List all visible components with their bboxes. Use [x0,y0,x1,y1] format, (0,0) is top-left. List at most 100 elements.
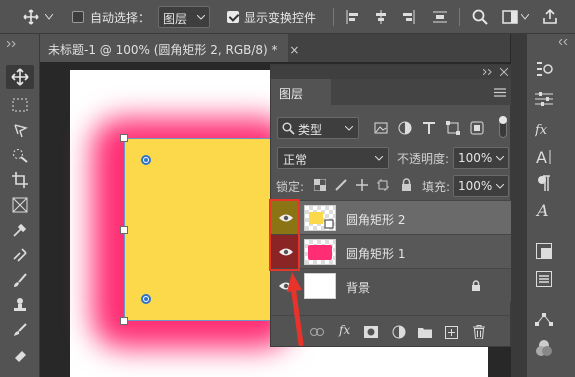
lock-all-icon[interactable] [399,177,413,191]
search-icon [282,122,295,135]
clone-stamp-tool-icon[interactable] [10,295,30,315]
shape-filter-icon[interactable] [445,120,461,136]
close-icon[interactable] [500,68,508,76]
layer-row-selected[interactable]: 圆角矩形 2 [271,200,512,235]
text-filter-icon[interactable] [421,120,437,136]
opacity-field[interactable]: 100% [453,147,509,169]
adjustments-panel-icon[interactable] [533,88,555,110]
link-icon[interactable] [309,324,325,340]
layer-name: 背景 [346,281,371,295]
crop-tool-icon[interactable] [10,170,30,190]
chevron-down-icon [496,184,504,189]
layer-name: 圆角矩形 1 [346,247,406,261]
lock-artboard-icon[interactable] [376,178,390,192]
quick-selection-tool-icon[interactable] [10,145,30,165]
align-center-icon[interactable] [373,9,389,25]
layer-thumbnail [304,239,336,265]
layer-row[interactable]: 圆角矩形 1 [271,234,512,269]
divider [459,8,460,26]
show-transform-checkbox[interactable] [227,11,239,23]
close-icon[interactable]: × [289,43,299,57]
align-left-icon[interactable] [345,9,361,25]
right-dock: fx A A [526,34,575,377]
auto-select-checkbox[interactable] [72,11,84,23]
dock-separator [511,34,526,377]
lock-label: 锁定: [276,180,305,194]
collapse-icon[interactable] [6,40,18,48]
align-right-icon[interactable] [400,9,416,25]
lasso-tool-icon[interactable] [10,120,30,140]
layer-filter-dropdown[interactable]: 类型 [277,117,359,139]
svg-text:A: A [536,148,547,166]
transform-handle[interactable] [120,226,128,234]
corner-radius-widget[interactable] [141,155,151,165]
lock-position-icon[interactable] [355,178,369,192]
marquee-tool-icon[interactable] [10,95,30,115]
folder-icon[interactable] [417,324,433,340]
transform-handle[interactable] [120,134,128,142]
history-panel-icon[interactable] [533,58,555,80]
layer-filter-value: 类型 [298,123,323,137]
paths-panel-icon[interactable] [533,309,555,331]
lock-pixels-icon[interactable] [334,178,348,192]
channels-panel-icon[interactable] [533,337,555,359]
move-tool-icon [11,68,29,86]
smart-object-filter-icon[interactable] [469,120,485,136]
fill-field[interactable]: 100% [453,175,509,197]
color-panel-icon[interactable] [533,240,555,262]
document-tab[interactable]: 未标题-1 @ 100% (圆角矩形 2, RGB/8) * × [40,34,299,62]
tab-layers[interactable]: 图层 [271,79,331,105]
trash-icon[interactable] [471,324,487,340]
move-tool-button[interactable] [6,65,34,89]
layer-name: 圆角矩形 2 [346,213,406,227]
eyedropper-tool-icon[interactable] [10,220,30,240]
auto-select-label: 自动选择： [90,11,151,25]
history-brush-tool-icon[interactable] [10,320,30,340]
image-filter-icon[interactable] [373,120,389,136]
workspace-icon[interactable] [501,8,519,26]
panel-tab-bar [331,79,512,105]
tab-layers-label: 图层 [279,87,304,101]
chevron-down-icon[interactable] [520,10,530,24]
styles-panel-icon[interactable]: fx [533,118,555,140]
character-panel-icon[interactable]: A [533,146,555,168]
options-bar: 自动选择： 图层 显示变换控件 [0,0,575,34]
fx-icon[interactable]: fx [339,323,350,337]
brush-tool-icon[interactable] [10,270,30,290]
new-layer-icon[interactable] [443,324,459,340]
chevron-down-icon [345,126,353,131]
paragraph-panel-icon[interactable] [533,172,555,194]
chevron-down-icon [197,15,205,20]
lock-transparent-icon[interactable] [313,178,327,192]
menu-icon[interactable] [494,88,506,97]
eraser-tool-icon[interactable] [10,345,30,365]
fill-label: 填充: [422,180,451,194]
auto-select-target-dropdown[interactable]: 图层 [158,6,210,28]
svg-text:fx: fx [535,123,548,137]
frame-tool-icon[interactable] [10,195,30,215]
shape-layer-badge-icon [324,219,334,229]
adjustment-filter-icon[interactable] [397,120,413,136]
blend-mode-dropdown[interactable]: 正常 [277,147,389,169]
add-mask-icon[interactable] [363,324,379,340]
distribute-icon[interactable] [432,9,448,25]
share-icon[interactable] [541,8,559,26]
divider [333,8,334,26]
auto-select-target-value: 图层 [163,12,188,26]
healing-brush-tool-icon[interactable] [10,245,30,265]
collapse-icon[interactable] [557,38,571,46]
collapse-icon[interactable] [483,69,493,75]
opacity-value: 100% [458,151,493,165]
document-title: 未标题-1 @ 100% (圆角矩形 2, RGB/8) * [48,43,278,57]
opacity-label: 不透明度: [397,152,450,166]
chevron-down-icon[interactable] [44,10,54,24]
adjustment-layer-icon[interactable] [391,324,407,340]
libraries-panel-icon[interactable] [533,268,555,290]
search-icon[interactable] [471,8,489,26]
move-tool-icon[interactable] [22,8,40,26]
corner-radius-widget[interactable] [141,294,151,304]
filter-toggle[interactable] [499,116,507,140]
transform-handle[interactable] [120,317,128,325]
chevron-down-icon [496,156,504,161]
glyphs-panel-icon[interactable]: A [533,199,555,221]
